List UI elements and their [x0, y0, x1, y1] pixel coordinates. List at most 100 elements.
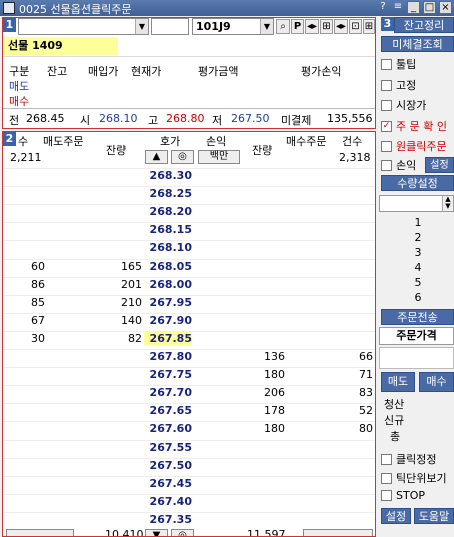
col-buy-order: 매수주문	[286, 135, 327, 148]
chevron-down-icon[interactable]: ▼	[260, 19, 273, 34]
sell-cancel-all-button[interactable]	[6, 529, 74, 536]
prev-next-icon[interactable]: ◂▸	[305, 19, 319, 34]
scroll-icon[interactable]: ◂▸	[334, 19, 348, 34]
config-icon[interactable]: ⊞	[320, 19, 333, 34]
low-price: 267.50	[231, 112, 270, 125]
qty-option[interactable]: 1	[382, 216, 454, 231]
col-sell-count: 수	[18, 135, 29, 148]
checkbox-icon[interactable]	[381, 489, 392, 501]
checkbox-icon[interactable]	[381, 159, 392, 171]
col-sell-qty: 잔량	[106, 144, 127, 157]
section-2-badge: 2	[3, 132, 16, 146]
center-icon[interactable]: ◎	[171, 150, 194, 164]
new-label: 신규	[384, 414, 405, 427]
qty-option[interactable]: 5	[382, 276, 454, 291]
checkbox-icon[interactable]	[381, 472, 392, 484]
buy-qty-cell: 178	[264, 404, 285, 417]
sell-button[interactable]: 매도	[381, 372, 415, 392]
checkbox-icon[interactable]	[381, 79, 392, 91]
sell-count-total: 2,211	[10, 151, 42, 164]
qty-option[interactable]: 2	[382, 231, 454, 246]
buy-button[interactable]: 매수	[419, 372, 454, 392]
code-select[interactable]: 101J9 ▼	[192, 18, 274, 35]
checkbox-market-price[interactable]: 시장가	[381, 97, 454, 113]
buy-cancel-all-button[interactable]	[303, 529, 373, 536]
setting-button[interactable]: 설정	[381, 508, 411, 524]
oi-label: 미결제	[281, 114, 312, 127]
chevron-down-icon[interactable]: ▼	[135, 19, 148, 34]
checkbox-icon[interactable]	[381, 58, 392, 70]
price-cell: 268.25	[149, 187, 192, 200]
unfilled-inquiry-button[interactable]: 미체결조회	[381, 36, 454, 52]
spinner-icon[interactable]: ▲ ▼	[442, 196, 453, 211]
sell-qty-cell: 82	[128, 332, 142, 345]
send-order-button[interactable]: 주문전송	[381, 309, 454, 325]
qty-setting-button[interactable]: 수량설정	[381, 175, 454, 191]
sell-qty-total: 10,410	[105, 528, 144, 537]
p-button[interactable]: P	[291, 19, 304, 34]
checkbox-click-modify[interactable]: 클릭정정	[381, 451, 454, 467]
row-divider	[3, 295, 375, 296]
scroll-down-button[interactable]: ▼	[145, 529, 168, 536]
help-icon[interactable]: ?	[377, 1, 389, 14]
row-divider	[3, 349, 375, 350]
expand-icon[interactable]: ⊞	[363, 19, 375, 34]
close-button[interactable]: ×	[439, 1, 452, 14]
minimize-button[interactable]: _	[407, 1, 420, 14]
help-button[interactable]: 도움말	[414, 508, 454, 524]
password-input[interactable]	[151, 18, 189, 35]
qty-option[interactable]: 3	[382, 246, 454, 261]
center-icon[interactable]: ◎	[171, 529, 194, 536]
checkmark-icon[interactable]: ✓	[381, 120, 392, 132]
balance-clear-button[interactable]: 잔고정리	[394, 17, 454, 33]
row-divider	[3, 313, 375, 314]
checkbox-stop[interactable]: STOP	[381, 489, 454, 505]
price-cell: 267.45	[149, 477, 192, 490]
checkbox-tick-view[interactable]: 틱단위보기	[381, 470, 454, 486]
checkbox-icon[interactable]	[381, 140, 392, 152]
row-divider	[3, 204, 375, 205]
sell-qty-cell: 210	[121, 296, 142, 309]
row-divider	[3, 440, 375, 441]
pnl-setting-button[interactable]: 설정	[425, 157, 454, 173]
sell-count-cell: 86	[31, 278, 45, 291]
instrument-name: 선물 1409	[3, 37, 118, 55]
search-icon[interactable]: ⌕	[276, 19, 290, 34]
menu-icon[interactable]: ≡	[392, 1, 404, 14]
qty-option[interactable]: 4	[382, 261, 454, 276]
open-interest: 135,556	[327, 112, 373, 125]
price-cell: 267.40	[149, 495, 192, 508]
buy-qty-cell: 206	[264, 386, 285, 399]
section-3-badge: 3	[381, 17, 394, 31]
scroll-up-button[interactable]: ▲	[145, 150, 168, 164]
prev-label: 전	[9, 114, 20, 127]
checkbox-fixed[interactable]: 고정	[381, 77, 454, 93]
order-price-label: 주문가격	[379, 327, 454, 345]
qty-option[interactable]: 6	[382, 291, 454, 306]
price-cell: 267.55	[149, 441, 192, 454]
low-label: 저	[212, 114, 223, 127]
app-icon	[3, 2, 15, 14]
qty-input[interactable]: ▲ ▼	[379, 195, 454, 212]
orderbook-panel: 2 수 매도주문 잔량 호가 ▲ ◎ 손익 백만 잔량 매수주문 건수 2,21…	[2, 131, 376, 537]
account-select[interactable]: ▼	[18, 18, 149, 35]
col-current-price: 현재가	[131, 65, 162, 78]
checkbox-order-confirm[interactable]: ✓ 주 문 확 인	[381, 118, 454, 134]
order-price-input[interactable]	[379, 347, 454, 369]
link-icon[interactable]: ⊡	[349, 19, 362, 34]
open-label: 시	[80, 114, 91, 127]
buy-qty-cell: 180	[264, 422, 285, 435]
maximize-button[interactable]: □	[423, 1, 436, 14]
checkbox-tooltip[interactable]: 툴팁	[381, 56, 454, 72]
row-divider	[3, 222, 375, 223]
checkbox-one-click[interactable]: 원클릭주문	[381, 138, 454, 154]
row-divider	[3, 259, 375, 260]
row-divider	[3, 512, 375, 513]
row-divider	[3, 186, 375, 187]
checkbox-icon[interactable]	[381, 453, 392, 465]
pnl-unit-button[interactable]: 백만	[198, 150, 240, 164]
prev-close: 268.45	[26, 112, 65, 125]
side-panel: 3 잔고정리 미체결조회 툴팁 고정 시장가 ✓ 주 문 확 인 원클릭주문 손익…	[378, 17, 454, 537]
checkbox-icon[interactable]	[381, 99, 392, 111]
buy-count-total: 2,318	[339, 151, 371, 164]
